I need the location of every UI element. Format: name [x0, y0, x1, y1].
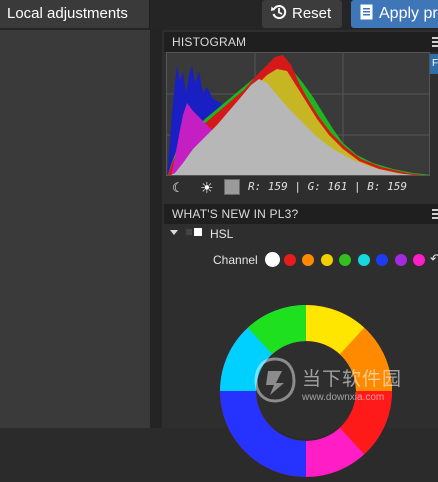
moon-icon[interactable]: ☾: [172, 180, 184, 196]
histogram-title: HISTOGRAM: [172, 35, 247, 49]
histogram-graph: [166, 52, 430, 176]
reset-label: Reset: [292, 5, 332, 22]
reset-icon: [270, 3, 288, 21]
channel-dot-cyan[interactable]: [357, 254, 370, 266]
reset-button[interactable]: Reset: [262, 0, 342, 28]
channel-dot-green[interactable]: [339, 254, 351, 266]
local-adjustments-button[interactable]: Local adjustments: [0, 0, 150, 28]
hsl-title: HSL: [210, 227, 234, 241]
top-toolbar: Local adjustments Reset Apply pr: [0, 0, 438, 30]
panel-divider[interactable]: [150, 30, 162, 428]
menu-icon[interactable]: [432, 37, 438, 47]
color-swatch: [224, 179, 240, 195]
left-panel: [0, 30, 150, 428]
undo-icon[interactable]: ↶: [430, 251, 438, 267]
toggle-off-icon[interactable]: [186, 229, 192, 235]
channel-selector: Channel ↶: [164, 250, 438, 270]
rgb-readout: R: 159 | G: 161 | B: 159: [248, 180, 407, 193]
histogram-header[interactable]: HISTOGRAM: [164, 32, 438, 52]
channel-dot-magenta[interactable]: [413, 254, 425, 266]
side-tab[interactable]: F: [430, 54, 438, 74]
whats-new-header[interactable]: WHAT'S NEW IN PL3?: [164, 204, 438, 224]
channel-label: Channel: [213, 253, 258, 267]
menu-icon[interactable]: [432, 209, 438, 219]
apply-label: Apply pr: [379, 5, 438, 22]
sun-icon[interactable]: ☀: [200, 179, 213, 197]
channel-dot-master[interactable]: [265, 252, 280, 267]
toggle-on-icon[interactable]: [194, 228, 202, 236]
channel-dot-blue[interactable]: [376, 254, 388, 266]
channel-dot-red[interactable]: [283, 254, 296, 266]
hsl-color-wheel[interactable]: [220, 305, 411, 477]
apply-preset-button[interactable]: Apply pr: [351, 0, 438, 28]
local-adjustments-label: Local adjustments: [7, 5, 128, 22]
channel-dot-orange[interactable]: [302, 254, 314, 266]
channel-dot-yellow[interactable]: [320, 254, 333, 266]
collapse-triangle-icon[interactable]: [170, 230, 178, 235]
hsl-section-header[interactable]: HSL: [164, 226, 438, 244]
side-tab-label: F: [432, 58, 438, 69]
whats-new-title: WHAT'S NEW IN PL3?: [172, 207, 299, 221]
histogram-controls: ☾ ☀ R: 159 | G: 161 | B: 159: [164, 178, 438, 198]
document-icon: [360, 2, 373, 20]
channel-dot-purple[interactable]: [394, 254, 407, 266]
